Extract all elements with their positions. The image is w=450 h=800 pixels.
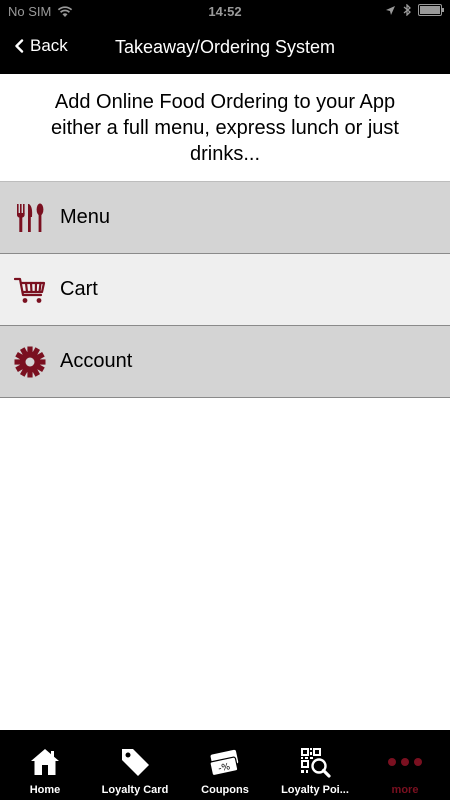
tab-coupons[interactable]: -% Coupons xyxy=(180,730,270,800)
cart-icon xyxy=(14,274,46,306)
qr-search-icon xyxy=(299,746,331,778)
tab-label: Coupons xyxy=(201,784,249,796)
cutlery-icon xyxy=(14,202,46,234)
status-time: 14:52 xyxy=(208,4,242,19)
tag-icon xyxy=(119,746,151,778)
tab-bar: Home Loyalty Card -% Coupons Loyalty Poi… xyxy=(0,730,450,800)
gear-icon xyxy=(14,346,46,378)
tab-home[interactable]: Home xyxy=(0,730,90,800)
status-right xyxy=(385,4,444,16)
more-dots-icon xyxy=(387,746,423,778)
intro-text: Add Online Food Ordering to your App eit… xyxy=(0,74,450,182)
bluetooth-icon xyxy=(403,4,411,16)
list-item-label: Menu xyxy=(60,206,111,228)
home-icon xyxy=(29,746,61,778)
menu-list: Menu Cart Account xyxy=(0,182,450,398)
page-title: Takeaway/Ordering System xyxy=(114,37,336,57)
list-item-menu[interactable]: Menu xyxy=(0,182,450,254)
tab-label: more xyxy=(391,784,419,796)
list-item-account[interactable]: Account xyxy=(0,326,450,398)
location-arrow-icon xyxy=(386,5,395,15)
list-item-cart[interactable]: Cart xyxy=(0,254,450,326)
coupon-icon: -% xyxy=(208,746,242,778)
status-bar: No SIM 14:52 xyxy=(0,0,450,22)
tab-loyalty-points[interactable]: Loyalty Poi... xyxy=(270,730,360,800)
list-item-label: Account xyxy=(60,350,133,372)
tab-label: Loyalty Card xyxy=(101,784,169,796)
tab-label: Loyalty Poi... xyxy=(281,784,349,796)
navigation-bar: Back Takeaway/Ordering System xyxy=(0,22,450,74)
tab-more[interactable]: more xyxy=(360,730,450,800)
tab-loyalty-card[interactable]: Loyalty Card xyxy=(90,730,180,800)
list-item-label: Cart xyxy=(60,278,98,300)
battery-icon xyxy=(418,4,444,16)
tab-label: Home xyxy=(29,784,61,796)
